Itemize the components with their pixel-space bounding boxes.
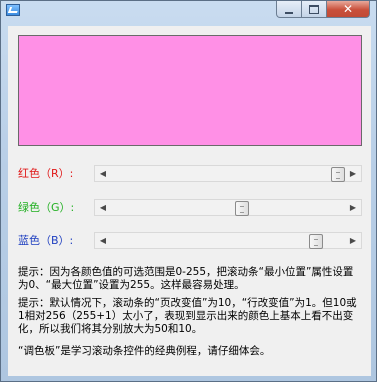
app-window: ✕ 红色（R）: ◀ ▶ 绿色（G）: ◀ ▶ 蓝色（B）: ◀ ▶ 提示：因为…: [0, 0, 377, 382]
green-scroll-left-icon[interactable]: ◀: [95, 200, 111, 215]
close-button[interactable]: ✕: [327, 1, 370, 18]
client-area: 红色（R）: ◀ ▶ 绿色（G）: ◀ ▶ 蓝色（B）: ◀ ▶ 提示：因为各颜…: [8, 26, 371, 376]
red-scrollbar[interactable]: ◀ ▶: [94, 165, 362, 182]
blue-label: 蓝色（B）:: [18, 234, 74, 247]
blue-scroll-right-icon[interactable]: ▶: [345, 233, 361, 248]
red-scroll-left-icon[interactable]: ◀: [95, 166, 111, 181]
minimize-button[interactable]: [276, 1, 302, 18]
green-label: 绿色（G）:: [18, 201, 75, 214]
tip-classic-example: “调色板”是学习滚动条控件的经典例程，请仔细体会。: [18, 345, 271, 357]
green-scrollbar[interactable]: ◀ ▶: [94, 199, 362, 216]
caption-buttons: ✕: [276, 1, 370, 19]
close-icon: ✕: [342, 2, 354, 16]
green-scroll-right-icon[interactable]: ▶: [345, 200, 361, 215]
tip-page-change: 提示：默认情况下，滚动条的“页改变值”为10，“行改变值”为1。但10或1相对2…: [18, 297, 357, 335]
maximize-icon: [309, 4, 319, 14]
blue-scroll-left-icon[interactable]: ◀: [95, 233, 111, 248]
minimize-icon: [285, 11, 293, 14]
red-scroll-right-icon[interactable]: ▶: [345, 166, 361, 181]
app-icon[interactable]: [6, 4, 20, 16]
green-scroll-thumb[interactable]: [235, 201, 250, 216]
tip-range: 提示：因为各颜色值的可选范围是0-255，把滚动条“最小位置”属性设置为0、“最…: [18, 266, 354, 291]
title-bar[interactable]: ✕: [1, 1, 376, 21]
red-label: 红色（R）:: [18, 167, 74, 180]
color-preview: [18, 35, 362, 146]
blue-scroll-thumb[interactable]: [309, 234, 324, 249]
red-scroll-thumb[interactable]: [331, 167, 345, 182]
maximize-button[interactable]: [302, 1, 327, 18]
blue-scrollbar[interactable]: ◀ ▶: [94, 232, 362, 249]
